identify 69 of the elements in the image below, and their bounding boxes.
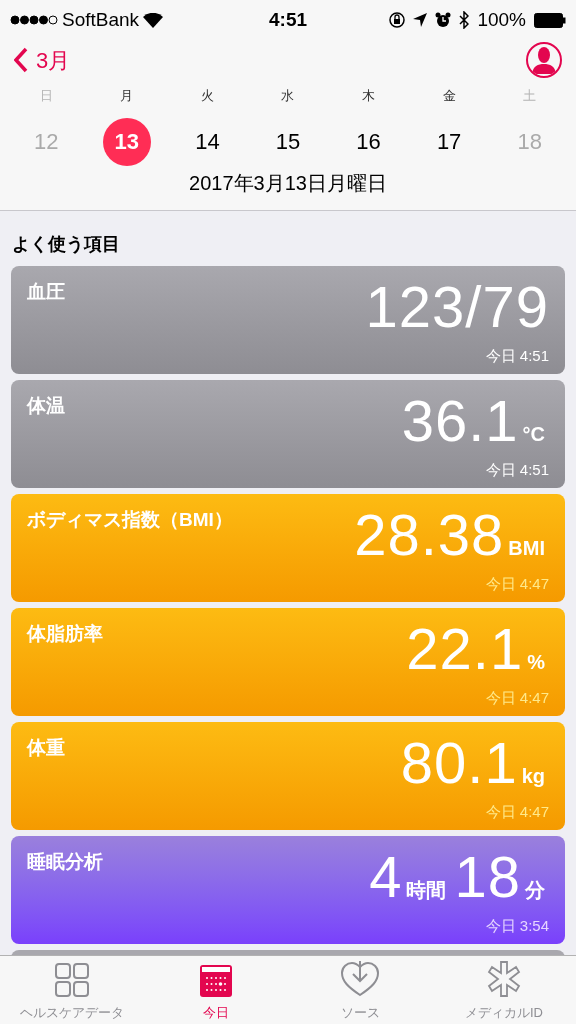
- weekday-label: 火: [200, 87, 214, 105]
- weekday-label: 金: [442, 87, 456, 105]
- battery-icon: [534, 12, 566, 28]
- signal-icon: [10, 15, 58, 25]
- tab-bar-item[interactable]: ソース: [288, 956, 432, 1024]
- card-title: 体温: [27, 393, 65, 418]
- asterisk-icon: [486, 960, 522, 997]
- chevron-left-icon: [14, 47, 28, 73]
- card-value: 18: [454, 847, 521, 906]
- date-button[interactable]: 12: [22, 117, 71, 166]
- card-value: 123/79: [365, 277, 549, 336]
- date-button[interactable]: 18: [505, 117, 554, 166]
- health-card[interactable]: 体重 80.1 kg 今日 4:47: [11, 721, 565, 830]
- grid-icon: [55, 962, 89, 997]
- profile-button[interactable]: [526, 42, 562, 78]
- weekday-label: 木: [362, 87, 376, 105]
- card-unit: %: [527, 651, 545, 672]
- health-card[interactable]: 体温 36.1°C 今日 4:51: [11, 379, 565, 488]
- rotation-lock-icon: [389, 12, 406, 28]
- card-title: 体重: [27, 735, 65, 760]
- card-title: ボディマス指数（BMI）: [27, 507, 233, 532]
- card-time: 今日 4:47: [485, 802, 549, 822]
- carrier-name: SoftBank: [62, 7, 140, 32]
- card-value: 80.1: [400, 733, 518, 792]
- wifi-icon: [143, 12, 164, 28]
- health-card[interactable]: 血圧 123/79 今日 4:51: [11, 265, 565, 374]
- alarm-icon: [435, 12, 452, 28]
- battery-percent: 100%: [477, 7, 526, 32]
- tab-bar-item[interactable]: 今日: [144, 956, 288, 1024]
- card-unit: BMI: [508, 537, 545, 558]
- location-icon: [413, 13, 428, 27]
- status-time: 4:51: [268, 7, 308, 32]
- bluetooth-icon: [459, 11, 470, 29]
- card-unit: 分: [525, 879, 545, 900]
- selected-date: 2017年3月13日月曜日: [188, 170, 388, 196]
- card-value: 4: [369, 847, 403, 906]
- weekday-label: 土: [523, 87, 537, 105]
- section-title: よく使う項目: [11, 232, 121, 256]
- card-time: 今日 4:47: [485, 574, 549, 594]
- tab-bar-item[interactable]: ヘルスケアデータ: [0, 956, 144, 1024]
- weekday-label: 月: [120, 87, 134, 105]
- card-time: 今日 3:54: [485, 916, 549, 936]
- card-value: 28.38: [354, 505, 505, 564]
- card-unit: kg: [521, 765, 545, 786]
- date-button[interactable]: 14: [183, 117, 232, 166]
- date-button[interactable]: 13: [102, 117, 151, 166]
- heart-download-icon: [340, 960, 380, 997]
- card-title: 睡眠分析: [27, 849, 103, 874]
- person-icon: [532, 46, 556, 74]
- card-value: 36.1: [401, 391, 519, 450]
- back-button[interactable]: 3月: [14, 43, 71, 77]
- date-button[interactable]: 16: [344, 117, 393, 166]
- tab-bar-item[interactable]: メディカルID: [432, 956, 576, 1024]
- weekday-label: 水: [281, 87, 295, 105]
- date-button[interactable]: 17: [425, 117, 474, 166]
- date-button[interactable]: 15: [264, 117, 312, 166]
- card-value: 22.1: [406, 619, 524, 678]
- health-card[interactable]: 睡眠分析 4 時間 18 分 今日 3:54: [11, 835, 565, 944]
- card-unit: °C: [522, 423, 545, 444]
- card-time: 今日 4:47: [485, 688, 549, 708]
- health-card[interactable]: ボディマス指数（BMI） 28.38 BMI 今日 4:47: [11, 493, 565, 602]
- card-title: 体脂肪率: [27, 621, 103, 646]
- card-unit: 時間: [406, 879, 447, 900]
- card-time: 今日 4:51: [485, 346, 549, 366]
- card-time: 今日 4:51: [485, 460, 549, 480]
- card-title: 血圧: [27, 279, 65, 304]
- health-card[interactable]: 体脂肪率 22.1% 今日 4:47: [11, 607, 565, 716]
- weekday-label: 日: [39, 87, 53, 105]
- calendar-icon: [200, 964, 232, 997]
